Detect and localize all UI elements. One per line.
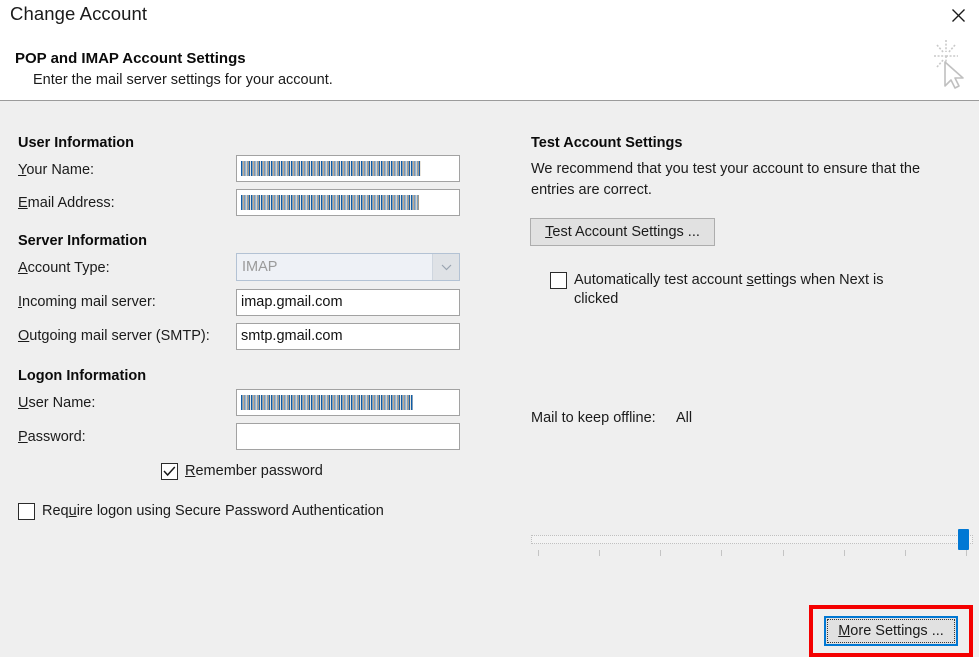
- redacted-user-name-value: [241, 395, 413, 410]
- slider-tick: [538, 550, 539, 556]
- checkmark-icon: [163, 466, 176, 477]
- auto-test-checkbox[interactable]: [550, 272, 567, 289]
- auto-test-label: Automatically test account settings when…: [574, 271, 930, 309]
- user-information-heading: User Information: [18, 135, 134, 151]
- password-input[interactable]: [236, 423, 460, 450]
- password-label-text: assword:: [28, 429, 86, 445]
- redacted-email-address-value: [241, 195, 419, 210]
- outgoing-mail-server-accel: O: [18, 328, 29, 344]
- account-type-accel: A: [18, 260, 28, 276]
- account-type-label: Account Type:: [18, 260, 110, 276]
- auto-test-accel: s: [746, 272, 753, 288]
- email-address-label: Email Address:: [18, 195, 115, 211]
- password-label: Password:: [18, 429, 86, 445]
- test-account-settings-button-label: Test Account Settings ...: [545, 224, 700, 240]
- email-address-accel: E: [18, 195, 28, 211]
- user-name-input[interactable]: [236, 389, 460, 416]
- require-spa-checkbox[interactable]: [18, 503, 35, 520]
- slider-ticks: [531, 550, 973, 558]
- account-type-label-text: ccount Type:: [28, 260, 110, 276]
- auto-test-label-pre: Automatically test account: [574, 272, 746, 288]
- page-title: POP and IMAP Account Settings: [15, 50, 246, 67]
- password-accel: P: [18, 429, 28, 445]
- your-name-label: Your Name:: [18, 162, 94, 178]
- slider-tick: [599, 550, 600, 556]
- outgoing-mail-server-input[interactable]: smtp.gmail.com: [236, 323, 460, 350]
- close-icon[interactable]: [943, 2, 973, 28]
- slider-thumb[interactable]: [958, 529, 969, 550]
- incoming-mail-server-input[interactable]: imap.gmail.com: [236, 289, 460, 316]
- outgoing-mail-server-label-text: utgoing mail server (SMTP):: [29, 328, 210, 344]
- more-settings-button-text: ore Settings ...: [850, 623, 944, 639]
- slider-tick: [844, 550, 845, 556]
- change-account-wizard: Change Account POP and IMAP Account Sett…: [0, 0, 979, 559]
- slider-tick: [783, 550, 784, 556]
- outgoing-mail-server-label: Outgoing mail server (SMTP):: [18, 328, 210, 344]
- mail-offline-label: Mail to keep offline:: [531, 410, 656, 426]
- server-information-heading: Server Information: [18, 233, 147, 249]
- slider-track[interactable]: [531, 535, 973, 544]
- remember-password-checkbox-row[interactable]: Remember password: [161, 462, 323, 481]
- slider-tick: [660, 550, 661, 556]
- remember-password-label: Remember password: [185, 462, 323, 481]
- chevron-down-icon[interactable]: [432, 254, 459, 280]
- require-spa-label: Require logon using Secure Password Auth…: [42, 502, 384, 521]
- more-settings-button-label: More Settings ...: [838, 623, 944, 639]
- more-settings-button[interactable]: More Settings ...: [824, 616, 958, 646]
- redacted-your-name-value: [241, 161, 421, 176]
- wizard-header: Change Account POP and IMAP Account Sett…: [0, 0, 979, 101]
- wizard-body: User Information Your Name: Email Addres…: [0, 102, 979, 559]
- test-account-settings-heading: Test Account Settings: [531, 135, 682, 151]
- email-address-label-text: mail Address:: [28, 195, 115, 211]
- click-sparkle-cursor-icon: [925, 38, 971, 90]
- slider-tick: [966, 550, 967, 556]
- test-account-settings-button[interactable]: Test Account Settings ...: [530, 218, 715, 246]
- remember-password-label-text: emember password: [195, 463, 322, 479]
- require-spa-label-text: ire logon using Secure Password Authenti…: [77, 503, 384, 519]
- user-name-accel: U: [18, 395, 28, 411]
- page-subtitle: Enter the mail server settings for your …: [33, 72, 333, 88]
- mail-offline-slider[interactable]: [531, 529, 973, 559]
- remember-password-accel: R: [185, 463, 195, 479]
- account-type-select[interactable]: IMAP: [236, 253, 460, 281]
- test-account-settings-button-text: est Account Settings ...: [552, 224, 700, 240]
- incoming-mail-server-label-text: ncoming mail server:: [22, 294, 156, 310]
- more-settings-button-accel: M: [838, 623, 850, 639]
- require-spa-accel: u: [69, 503, 77, 519]
- user-name-label: User Name:: [18, 395, 95, 411]
- incoming-mail-server-label: Incoming mail server:: [18, 294, 156, 310]
- require-spa-label-pre: Req: [42, 503, 69, 519]
- your-name-input[interactable]: [236, 155, 460, 182]
- remember-password-checkbox[interactable]: [161, 463, 178, 480]
- test-account-settings-description: We recommend that you test your account …: [531, 159, 955, 201]
- logon-information-heading: Logon Information: [18, 368, 146, 384]
- require-spa-checkbox-row[interactable]: Require logon using Secure Password Auth…: [18, 502, 384, 521]
- auto-test-checkbox-row[interactable]: Automatically test account settings when…: [550, 271, 930, 309]
- slider-tick: [905, 550, 906, 556]
- account-type-value: IMAP: [237, 259, 432, 275]
- your-name-label-text: our Name:: [26, 162, 94, 178]
- mail-offline-value: All: [676, 410, 692, 426]
- email-address-input[interactable]: [236, 189, 460, 216]
- slider-tick: [721, 550, 722, 556]
- window-title: Change Account: [10, 3, 147, 25]
- user-name-label-text: ser Name:: [28, 395, 95, 411]
